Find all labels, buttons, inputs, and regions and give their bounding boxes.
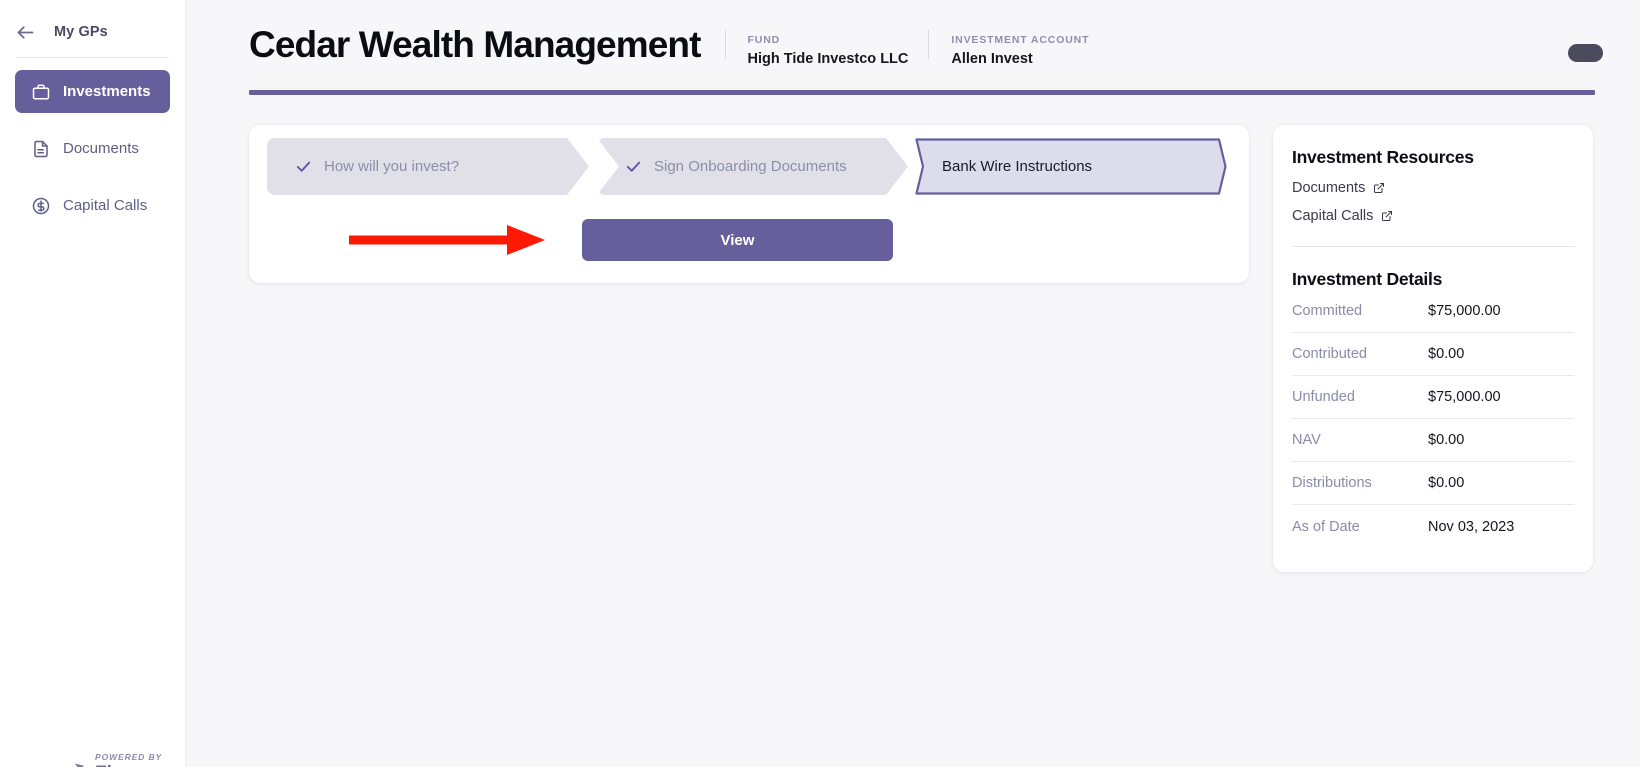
- detail-row-nav: NAV $0.00: [1292, 419, 1574, 462]
- detail-row-unfunded: Unfunded $75,000.00: [1292, 376, 1574, 419]
- sidebar-header: My GPs: [0, 0, 185, 46]
- onboarding-card: How will you invest? Sign Onboarding Doc…: [249, 125, 1249, 283]
- detail-key: Contributed: [1292, 346, 1367, 362]
- briefcase-icon: [31, 82, 50, 101]
- sidebar-item-investments[interactable]: Investments: [15, 70, 170, 113]
- investment-resources-title: Investment Resources: [1292, 147, 1474, 167]
- check-icon: [624, 158, 642, 176]
- main-content: Cedar Wealth Management FUND High Tide I…: [186, 0, 1640, 767]
- detail-key: Unfunded: [1292, 389, 1355, 405]
- check-icon: [294, 158, 312, 176]
- investment-account-meta: INVESTMENT ACCOUNT Allen Invest: [929, 24, 1089, 67]
- dollar-circle-icon: [31, 196, 50, 215]
- sidebar-divider: [16, 57, 169, 58]
- investment-sidebar-card: Investment Resources Documents Capital C…: [1273, 125, 1593, 572]
- detail-key: Distributions: [1292, 475, 1372, 491]
- content-area: How will you invest? Sign Onboarding Doc…: [186, 95, 1640, 572]
- external-link-icon: [1381, 210, 1393, 222]
- detail-value: $75,000.00: [1428, 389, 1501, 405]
- document-icon: [31, 139, 50, 158]
- step-bank-wire-instructions[interactable]: Bank Wire Instructions: [915, 138, 1227, 195]
- investment-account-value: Allen Invest: [951, 51, 1033, 67]
- flow-logo-icon: [62, 757, 88, 767]
- stepper-action-row: View: [267, 219, 1235, 261]
- resource-link-capital-calls[interactable]: Capital Calls: [1292, 208, 1574, 224]
- investment-account-label: INVESTMENT ACCOUNT: [951, 34, 1090, 46]
- page-title: Cedar Wealth Management: [249, 24, 701, 65]
- step-label: Bank Wire Instructions: [942, 158, 1093, 175]
- sidebar-item-label: Investments: [63, 83, 151, 100]
- powered-by-badge: POWERED BY Flow: [62, 752, 162, 767]
- sidebar-item-label: Documents: [63, 140, 139, 157]
- sidebar-nav: Investments Documents Capital Calls: [0, 70, 185, 227]
- fund-value: High Tide Investco LLC: [747, 51, 909, 67]
- app-root: My GPs Investments Documents Capital Cal…: [0, 0, 1640, 767]
- arrow-left-icon[interactable]: [14, 21, 36, 43]
- detail-value: $0.00: [1428, 346, 1465, 362]
- detail-row-contributed: Contributed $0.00: [1292, 333, 1574, 376]
- onboarding-stepper: How will you invest? Sign Onboarding Doc…: [267, 138, 1235, 195]
- sidebar-item-documents[interactable]: Documents: [15, 127, 170, 170]
- investment-details-table: Committed $75,000.00 Contributed $0.00 U…: [1292, 290, 1574, 548]
- step-how-will-you-invest[interactable]: How will you invest?: [267, 138, 589, 195]
- resource-link-label: Capital Calls: [1292, 208, 1374, 224]
- detail-row-distributions: Distributions $0.00: [1292, 462, 1574, 505]
- detail-value: Nov 03, 2023: [1428, 518, 1515, 535]
- step-label: Sign Onboarding Documents: [654, 158, 847, 175]
- powered-by-label: POWERED BY: [95, 752, 163, 762]
- detail-value: $0.00: [1428, 475, 1465, 491]
- detail-row-committed: Committed $75,000.00: [1292, 290, 1574, 333]
- external-link-icon: [1373, 182, 1385, 194]
- sidebar: My GPs Investments Documents Capital Cal…: [0, 0, 186, 767]
- side-card-divider: [1292, 246, 1574, 247]
- detail-row-as-of-date: As of Date Nov 03, 2023: [1292, 505, 1574, 548]
- header-row: Cedar Wealth Management FUND High Tide I…: [249, 24, 1603, 67]
- detail-value: $75,000.00: [1428, 303, 1501, 319]
- view-button[interactable]: View: [582, 219, 893, 261]
- resource-link-label: Documents: [1292, 180, 1366, 196]
- detail-key: As of Date: [1292, 518, 1360, 535]
- page-header: Cedar Wealth Management FUND High Tide I…: [186, 0, 1640, 67]
- sidebar-item-capital-calls[interactable]: Capital Calls: [15, 184, 170, 227]
- red-arrow-annotation: [347, 223, 553, 257]
- detail-value: $0.00: [1428, 432, 1465, 448]
- detail-key: Committed: [1292, 303, 1363, 319]
- sidebar-item-label: Capital Calls: [63, 197, 148, 214]
- fund-meta: FUND High Tide Investco LLC: [726, 24, 909, 67]
- resource-link-documents[interactable]: Documents: [1292, 180, 1574, 196]
- my-gps-label[interactable]: My GPs: [54, 24, 108, 40]
- user-menu-pill[interactable]: [1568, 44, 1603, 62]
- fund-label: FUND: [747, 34, 781, 46]
- detail-key: NAV: [1292, 432, 1321, 448]
- investment-details-title: Investment Details: [1292, 269, 1443, 289]
- step-sign-onboarding-documents[interactable]: Sign Onboarding Documents: [597, 138, 908, 195]
- step-label: How will you invest?: [324, 158, 460, 175]
